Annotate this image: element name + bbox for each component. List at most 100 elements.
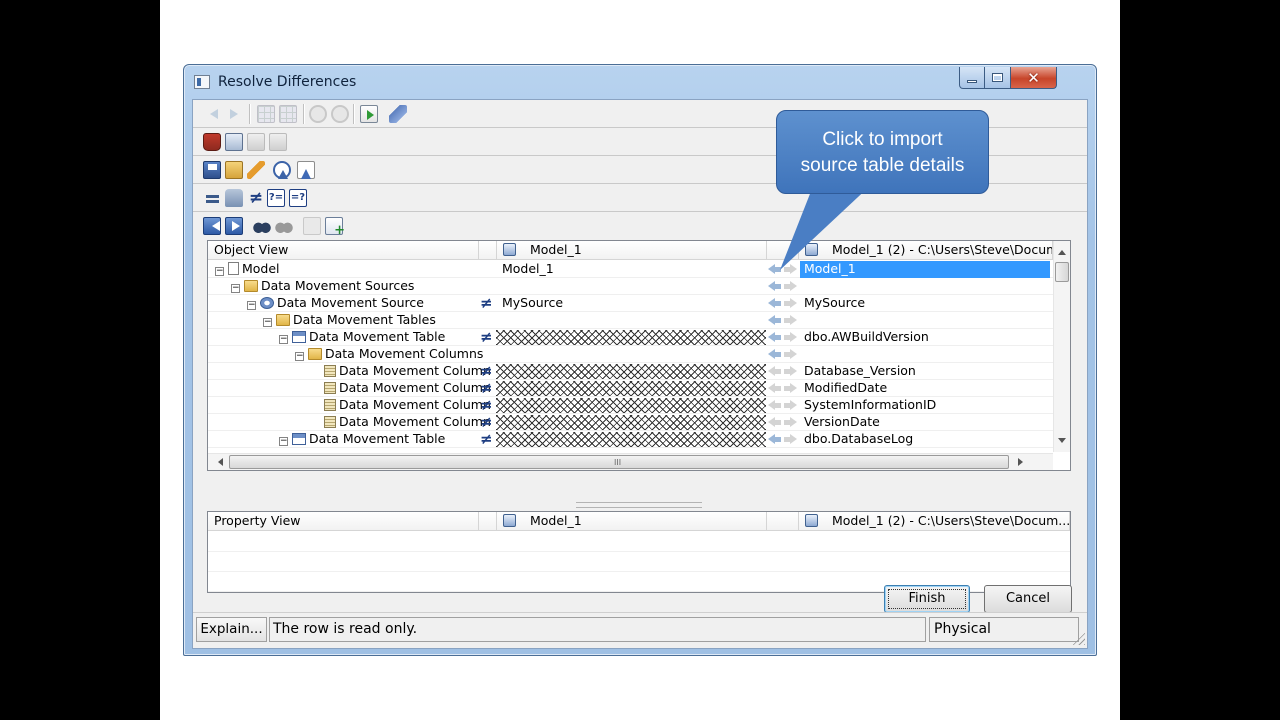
not-equal-icon[interactable]: ≠	[247, 189, 265, 207]
question-box-icon[interactable]: =?	[289, 189, 307, 207]
collapse-icon[interactable]: −	[215, 267, 224, 276]
binoculars-icon[interactable]	[253, 217, 271, 235]
export-right-arrow-icon[interactable]	[783, 434, 797, 445]
open-icon[interactable]	[225, 161, 243, 179]
right-model-header[interactable]: Model_1 (2) - C:\Users\Steve\Docum...	[799, 512, 1070, 531]
table-row[interactable]: − Data Movement Columns	[208, 346, 1070, 363]
triangle-icon[interactable]	[297, 161, 315, 179]
save-icon[interactable]	[203, 161, 221, 179]
toolbar-browse	[193, 212, 1087, 240]
undo-circle-icon[interactable]	[309, 105, 327, 123]
table-row[interactable]: − Data Movement Sources	[208, 278, 1070, 295]
vertical-scroll-thumb[interactable]	[1055, 262, 1069, 282]
next-icon[interactable]	[225, 217, 243, 235]
table-row[interactable]: − Data Movement Source ≠ MySource MySourc…	[208, 295, 1070, 312]
vertical-scrollbar[interactable]	[1053, 241, 1070, 452]
previous-icon[interactable]	[203, 217, 221, 235]
database-blue-icon[interactable]	[225, 133, 243, 151]
close-button[interactable]: ✕	[1011, 67, 1057, 89]
import-left-arrow-icon[interactable]	[768, 366, 782, 377]
export-right-arrow-icon[interactable]	[783, 298, 797, 309]
table-row[interactable]: Data Movement Column ≠ Database_Version	[208, 363, 1070, 380]
collapse-icon[interactable]: −	[279, 335, 288, 344]
table-row[interactable]: Data Movement Column ≠ ModifiedDate	[208, 380, 1070, 397]
right-value: dbo.DatabaseLog	[804, 431, 914, 446]
export-right-arrow-icon[interactable]	[783, 281, 797, 292]
document-icon[interactable]	[303, 217, 321, 235]
import-left-arrow-icon[interactable]	[768, 417, 782, 428]
cancel-button[interactable]: Cancel	[984, 585, 1072, 613]
warning-circle-icon[interactable]	[273, 161, 291, 179]
import-left-arrow-icon[interactable]	[768, 383, 782, 394]
import-left-arrow-icon[interactable]	[768, 400, 782, 411]
collapse-icon[interactable]: −	[295, 352, 304, 361]
export-right-arrow-icon[interactable]	[783, 349, 797, 360]
grid-icon[interactable]	[279, 105, 297, 123]
left-model-header[interactable]: Model_1	[497, 512, 767, 531]
property-view-header[interactable]: Property View	[208, 512, 479, 531]
right-value-selected[interactable]: Model_1	[800, 261, 1050, 278]
export-right-arrow-icon[interactable]	[783, 417, 797, 428]
table-row[interactable]: − Data Movement Tables	[208, 312, 1070, 329]
table-row[interactable]: − Model Model_1 Model_1	[208, 261, 1070, 278]
tag-icon[interactable]	[389, 105, 407, 123]
table-row[interactable]: Data Movement Column ≠ SystemInformation…	[208, 397, 1070, 414]
import-left-arrow-icon[interactable]	[768, 281, 782, 292]
back-arrow-icon[interactable]	[203, 105, 221, 123]
minimize-button[interactable]	[959, 67, 985, 89]
table-row[interactable]: − Data Movement Table ≠ dbo.AWBuildVersio…	[208, 329, 1070, 346]
panel-splitter[interactable]	[576, 502, 702, 508]
redo-circle-icon[interactable]	[331, 105, 349, 123]
import-document-icon[interactable]	[360, 105, 378, 123]
pencil-icon[interactable]	[247, 161, 265, 179]
grid-icon[interactable]	[257, 105, 275, 123]
collapse-icon[interactable]: −	[231, 284, 240, 293]
table-row[interactable]: Data Movement Column ≠ VersionDate	[208, 414, 1070, 431]
scroll-right-icon[interactable]	[1018, 458, 1027, 466]
tree-node: − Data Movement Table	[279, 329, 446, 344]
maximize-button[interactable]	[985, 67, 1011, 89]
equal-icon[interactable]	[203, 189, 221, 207]
callout-line-2: source table details	[800, 155, 965, 176]
title-bar[interactable]: Resolve Differences ✕	[184, 65, 1096, 99]
scroll-down-icon[interactable]	[1058, 438, 1066, 447]
import-left-arrow-icon[interactable]	[768, 298, 782, 309]
forward-arrow-icon[interactable]	[225, 105, 243, 123]
table-icon	[292, 433, 306, 445]
status-message: The row is read only.	[269, 617, 926, 642]
binoculars-icon[interactable]	[275, 217, 293, 235]
collapse-icon[interactable]: −	[263, 318, 272, 327]
database-grey-icon[interactable]	[247, 133, 265, 151]
import-left-arrow-icon[interactable]	[768, 434, 782, 445]
scroll-up-icon[interactable]	[1058, 246, 1066, 255]
export-right-arrow-icon[interactable]	[783, 366, 797, 377]
question-box-icon[interactable]: ?=	[267, 189, 285, 207]
export-right-arrow-icon[interactable]	[783, 264, 797, 275]
table-row[interactable]: − Data Movement Table ≠ dbo.DatabaseLog	[208, 431, 1070, 448]
column-icon	[324, 382, 336, 394]
collapse-icon[interactable]: −	[247, 301, 256, 310]
finish-button[interactable]: Finish	[884, 585, 970, 613]
import-left-arrow-icon[interactable]	[768, 349, 782, 360]
horizontal-scrollbar[interactable]: III	[208, 453, 1053, 470]
export-right-arrow-icon[interactable]	[783, 383, 797, 394]
scroll-left-icon[interactable]	[214, 458, 223, 466]
right-model-header[interactable]: Model_1 (2) - C:\Users\Steve\Docum.	[799, 241, 1053, 260]
object-view-panel: Object View Model_1 Model_1 (2) - C:\Use…	[207, 240, 1071, 471]
object-view-header[interactable]: Object View	[208, 241, 479, 260]
import-left-arrow-icon[interactable]	[768, 332, 782, 343]
arrow-column-header	[767, 512, 799, 531]
explain-button[interactable]: Explain...	[196, 617, 267, 642]
horizontal-scroll-thumb[interactable]: III	[229, 455, 1009, 469]
import-left-arrow-icon[interactable]	[768, 264, 782, 275]
add-document-icon[interactable]	[325, 217, 345, 238]
export-right-arrow-icon[interactable]	[783, 332, 797, 343]
import-left-arrow-icon[interactable]	[768, 315, 782, 326]
collapse-icon[interactable]: −	[279, 437, 288, 446]
database-red-icon[interactable]	[203, 133, 221, 151]
database-grey-icon[interactable]	[269, 133, 287, 151]
export-right-arrow-icon[interactable]	[783, 400, 797, 411]
export-right-arrow-icon[interactable]	[783, 315, 797, 326]
left-model-header[interactable]: Model_1	[497, 241, 767, 260]
hand-icon[interactable]	[225, 189, 243, 207]
